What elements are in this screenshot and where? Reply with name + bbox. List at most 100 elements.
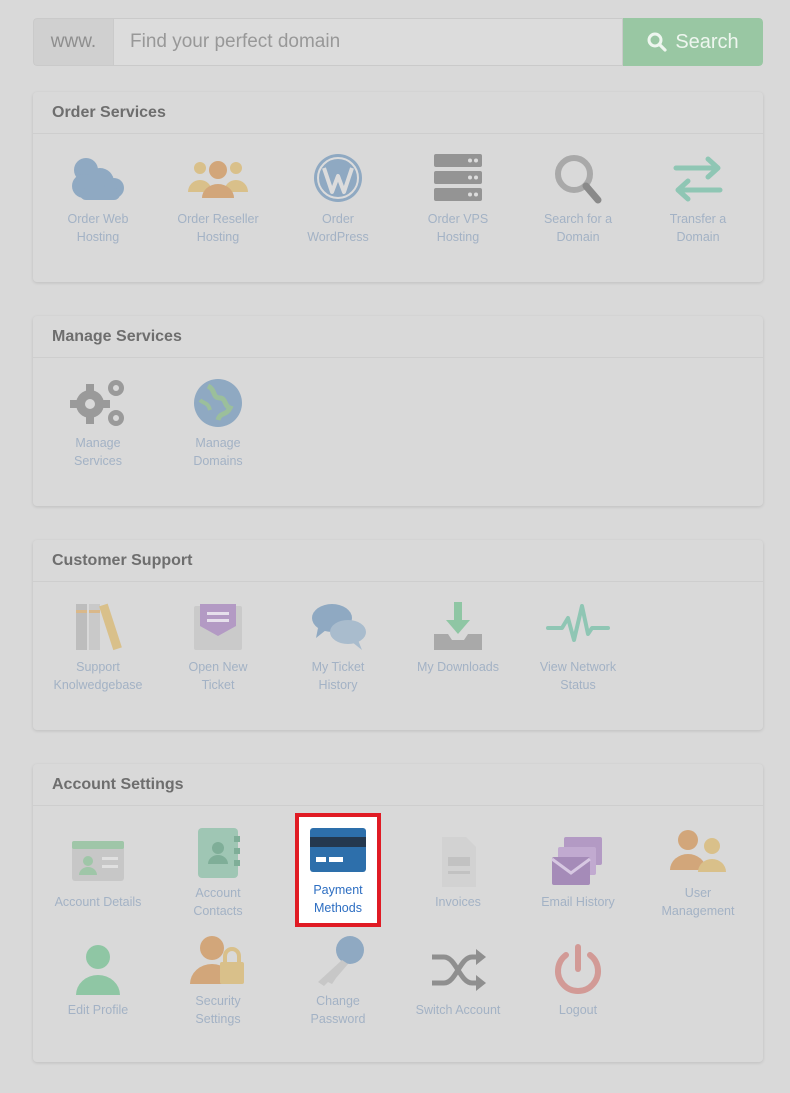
manage-services-tile[interactable]: Manage Services <box>38 376 158 470</box>
panel-title: Manage Services <box>33 316 763 358</box>
manage-domains-tile[interactable]: Manage Domains <box>158 376 278 470</box>
customer-support-panel: Customer Support Support Knolwedgebase Op… <box>33 540 763 730</box>
download-tray-icon <box>434 602 482 650</box>
tile-label-1: View Network <box>539 660 617 674</box>
tile-label-2: Services <box>74 454 122 468</box>
tile-label-1: Transfer a <box>669 212 727 226</box>
tile-label-1: Change <box>316 994 360 1008</box>
www-prefix: www. <box>33 18 113 66</box>
tile-label-1: Payment <box>313 883 363 897</box>
tile-label-1: Email History <box>541 895 615 909</box>
tile-label-2: WordPress <box>307 230 369 244</box>
globe-icon <box>194 379 242 427</box>
tile-label-1: Logout <box>558 1003 598 1017</box>
magnifier-icon <box>555 155 602 204</box>
logout-tile[interactable]: Logout <box>518 943 638 1019</box>
tile-label-1: Support <box>76 660 120 674</box>
tile-label-1: Account <box>195 886 241 900</box>
my-downloads-tile[interactable]: My Downloads <box>398 600 518 676</box>
tile-label-1: Order Reseller <box>177 212 259 226</box>
tile-label-2: Management <box>661 904 735 918</box>
tile-label-1: Manage <box>75 436 121 450</box>
tile-label-1: Search for a <box>543 212 613 226</box>
tile-label-2: Password <box>310 1012 366 1026</box>
tile-label-1: Order <box>322 212 354 226</box>
email-stack-icon <box>551 837 602 885</box>
account-contacts-tile[interactable]: Account Contacts <box>158 826 278 920</box>
search-domain-tile[interactable]: Search for a Domain <box>518 152 638 246</box>
tile-label-1: Edit Profile <box>67 1003 129 1017</box>
domain-search-input[interactable] <box>113 18 623 66</box>
account-details-tile[interactable]: Account Details <box>38 835 158 911</box>
tile-label-2: Hosting <box>436 230 480 244</box>
tile-label-1: My Downloads <box>417 660 499 674</box>
tile-label-2: Knolwedgebase <box>53 678 143 692</box>
gears-icon <box>70 380 124 426</box>
ticket-history-tile[interactable]: My Ticket History <box>278 600 398 694</box>
account-settings-panel: Account Settings Account Details Account… <box>33 764 763 1062</box>
invoice-icon <box>442 837 476 887</box>
tile-label-2: Domain <box>556 230 600 244</box>
order-vps-hosting-tile[interactable]: Order VPS Hosting <box>398 152 518 246</box>
server-icon <box>434 154 482 201</box>
users-icon <box>670 830 726 872</box>
tile-label-1: Account Details <box>54 895 142 909</box>
tile-label-2: Status <box>560 678 596 692</box>
envelope-ticket-icon <box>194 604 242 650</box>
users-group-icon <box>188 161 248 198</box>
network-status-tile[interactable]: View Network Status <box>518 600 638 694</box>
transfer-domain-tile[interactable]: Transfer a Domain <box>638 152 758 246</box>
panel-title: Account Settings <box>33 764 763 806</box>
id-card-icon <box>72 841 124 881</box>
key-icon <box>318 936 364 986</box>
open-ticket-tile[interactable]: Open New Ticket <box>158 600 278 694</box>
panel-title: Customer Support <box>33 540 763 582</box>
tile-label-1: Order Web <box>67 212 129 226</box>
tile-label-2: Domains <box>193 454 243 468</box>
switch-account-tile[interactable]: Switch Account <box>398 943 518 1019</box>
search-icon <box>647 32 667 52</box>
change-password-tile[interactable]: Change Password <box>278 934 398 1028</box>
transfer-arrows-icon <box>673 156 723 202</box>
tile-label-1: Security <box>195 994 241 1008</box>
edit-profile-tile[interactable]: Edit Profile <box>38 943 158 1019</box>
tile-label-2: History <box>318 678 358 692</box>
order-reseller-hosting-tile[interactable]: Order Reseller Hosting <box>158 152 278 246</box>
invoices-tile[interactable]: Invoices <box>398 835 518 911</box>
cloud-icon <box>72 158 124 200</box>
security-settings-tile[interactable]: Security Settings <box>158 934 278 1028</box>
chat-bubbles-icon <box>312 604 366 650</box>
tile-label-1: Switch Account <box>415 1003 501 1017</box>
credit-card-icon <box>310 828 366 872</box>
tile-label-2: Settings <box>195 1012 241 1026</box>
domain-search-bar: www. Search <box>33 18 763 66</box>
user-lock-icon <box>190 936 244 984</box>
panel-title: Order Services <box>33 92 763 134</box>
tile-label-1: Invoices <box>435 895 481 909</box>
email-history-tile[interactable]: Email History <box>518 835 638 911</box>
tile-label-2: Hosting <box>196 230 240 244</box>
address-book-icon <box>198 828 240 878</box>
search-button[interactable]: Search <box>623 18 763 66</box>
order-wordpress-tile[interactable]: Order WordPress <box>278 152 398 246</box>
search-button-label: Search <box>675 30 739 53</box>
tile-label-2: Hosting <box>76 230 120 244</box>
shuffle-icon <box>432 949 486 991</box>
user-management-tile[interactable]: User Management <box>638 826 758 920</box>
tile-label-2: Contacts <box>193 904 243 918</box>
user-icon <box>76 945 120 995</box>
books-icon <box>76 603 122 651</box>
tile-label-1: My Ticket <box>311 660 365 674</box>
order-services-panel: Order Services Order Web Hosting Order Re… <box>33 92 763 282</box>
power-icon <box>555 944 601 994</box>
payment-methods-tile[interactable]: Payment Methods <box>295 813 381 927</box>
tile-label-1: User <box>684 886 712 900</box>
tile-label-1: Manage <box>195 436 241 450</box>
support-knowledgebase-tile[interactable]: Support Knolwedgebase <box>38 600 158 694</box>
tile-label-2: Ticket <box>201 678 235 692</box>
tile-label-1: Order VPS <box>427 212 489 226</box>
wordpress-icon <box>314 154 362 202</box>
pulse-icon <box>546 604 610 642</box>
order-web-hosting-tile[interactable]: Order Web Hosting <box>38 152 158 246</box>
tile-label-2: Methods <box>314 901 362 915</box>
